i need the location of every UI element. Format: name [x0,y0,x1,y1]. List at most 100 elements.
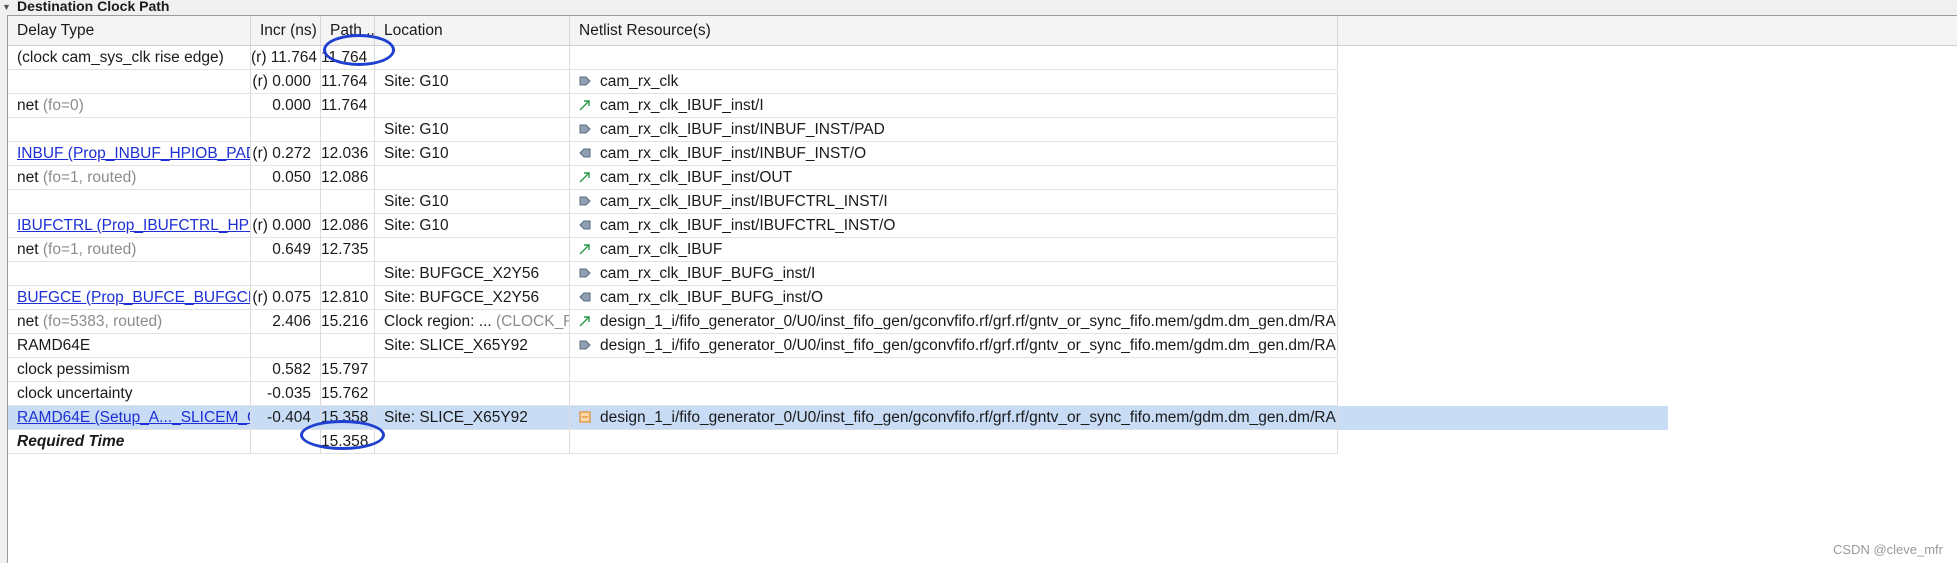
fanout-label: (fo=5383, routed) [42,313,163,330]
path-value: 11.764 [321,49,368,66]
column-header-path[interactable]: Path ... [321,16,375,45]
table-row[interactable]: Required Time 15.358 [8,430,1668,454]
cell-delay-type: RAMD64E [8,334,251,358]
location-text: Site: G10 [384,121,449,138]
path-value: 12.086 [321,217,369,234]
netlist-resource-link[interactable]: cam_rx_clk_IBUF_inst/OUT [600,169,792,186]
table-row[interactable]: RAMD64E Site: SLICE_X65Y92 design_1_i/fifo… [8,334,1668,358]
path-value: 15.358 [321,409,369,426]
table-row[interactable]: net (fo=1, routed) 0.649 12.735 cam_rx_clk_… [8,238,1668,262]
table-row[interactable]: net (fo=1, routed) 0.050 12.086 cam_rx_clk_… [8,166,1668,190]
table-row[interactable]: IBUFCTRL (Prop_IBUFCTRL_HPIOB_I_O)(r) 0.… [8,214,1668,238]
netlist-resource-link[interactable]: cam_rx_clk_IBUF_inst/IBUFCTRL_INST/O [600,217,895,234]
cell-netlist-resource: cam_rx_clk_IBUF_inst/IBUFCTRL_INST/I [570,190,1338,214]
cell-netlist-resource [570,430,1338,454]
cell-location [375,430,570,454]
netlist-resource-link[interactable]: cam_rx_clk_IBUF_BUFG_inst/O [600,289,823,306]
delay-type-text: Required Time [17,433,125,450]
cell-path: 11.764 [321,70,375,94]
path-value: 12.036 [321,145,369,162]
cell-netlist-resource: cam_rx_clk_IBUF_inst/INBUF_INST/O [570,142,1338,166]
cell-location: Site: BUFGCE_X2Y56 [375,262,570,286]
column-header-netlist[interactable]: Netlist Resource(s) [570,16,1338,45]
cell-path: 12.810 [321,286,375,310]
cell-delay-type [8,70,251,94]
cell-path: 12.735 [321,238,375,262]
delay-type-link[interactable]: BUFGCE (Prop_BUFCE_BUFGCE_I_O) [17,289,250,306]
cell-location: Site: SLICE_X65Y92 [375,406,570,430]
incr-value: (r) 0.000 [252,73,311,90]
cell-incr: (r) 0.272 [251,142,321,166]
netlist-resource-link[interactable]: cam_rx_clk_IBUF_BUFG_inst/I [600,265,815,282]
table-row[interactable]: clock pessimism 0.582 15.797 [8,358,1668,382]
table-row[interactable]: net (fo=0) 0.000 11.764 cam_rx_clk_IBUF_ins… [8,94,1668,118]
delay-type-text: net [17,313,39,330]
cell-delay-type: net (fo=1, routed) [8,238,251,262]
column-header-incr[interactable]: Incr (ns) [251,16,321,45]
cell-location: Site: G10 [375,190,570,214]
delay-type-text: net [17,97,39,114]
cell-incr: (r) 11.764 [251,46,321,70]
cell-netlist-resource: design_1_i/fifo_generator_0/U0/inst_fifo… [570,406,1338,430]
cell-netlist-resource: cam_rx_clk_IBUF_BUFG_inst/O [570,286,1338,310]
netlist-resource-link[interactable]: design_1_i/fifo_generator_0/U0/inst_fifo… [600,313,1337,330]
cell-incr [251,190,321,214]
netlist-resource-link[interactable]: cam_rx_clk_IBUF [600,241,722,258]
cell-path: 12.086 [321,166,375,190]
incr-value: (r) 11.764 [251,49,318,66]
netlist-resource-link[interactable]: cam_rx_clk_IBUF_inst/IBUFCTRL_INST/I [600,193,888,210]
column-header-location[interactable]: Location [375,16,570,45]
cell-path: 12.036 [321,142,375,166]
netlist-resource-link[interactable]: cam_rx_clk [600,73,678,90]
netlist-resource-link[interactable]: design_1_i/fifo_generator_0/U0/inst_fifo… [600,409,1337,426]
cell-netlist-resource: cam_rx_clk [570,70,1338,94]
collapse-chevron-icon[interactable]: ▼ [2,0,11,15]
table-row[interactable]: INBUF (Prop_INBUF_HPIOB_PAD_O)(r) 0.272 1… [8,142,1668,166]
table-row[interactable]: net (fo=5383, routed) 2.406 15.216 Clock re… [8,310,1668,334]
cell-path: 11.764 [321,94,375,118]
section-header[interactable]: ▼ Destination Clock Path [0,0,1957,15]
input-pin-icon [579,195,591,207]
table-row[interactable]: (clock cam_sys_clk rise edge) (r) 11.764 1… [8,46,1668,70]
delay-type-text: net [17,241,39,258]
cell-incr [251,262,321,286]
table-row[interactable]: Site: G10 cam_rx_clk_IBUF_inst/IBUFCTRL_I… [8,190,1668,214]
cell-incr: 2.406 [251,310,321,334]
table-row[interactable]: Site: BUFGCE_X2Y56 cam_rx_clk_IBUF_BUFG_i… [8,262,1668,286]
cell-netlist-resource: cam_rx_clk_IBUF_inst/IBUFCTRL_INST/O [570,214,1338,238]
input-pin-icon [579,267,591,279]
column-header-delay-type[interactable]: Delay Type [8,16,251,45]
delay-type-link[interactable]: RAMD64E (Setup_A..._SLICEM_CLK_WE) [17,409,250,426]
cell-incr: -0.035 [251,382,321,406]
table-row[interactable]: (r) 0.000 11.764 Site: G10 cam_rx_clk [8,70,1668,94]
incr-value: (r) 0.272 [252,145,311,162]
cell-location [375,166,570,190]
netlist-resource-link[interactable]: cam_rx_clk_IBUF_inst/I [600,97,764,114]
net-arrow-icon [579,315,591,327]
delay-type-link[interactable]: INBUF (Prop_INBUF_HPIOB_PAD_O) [17,145,250,162]
location-text: Clock region: ... [384,313,492,330]
table-row[interactable]: BUFGCE (Prop_BUFCE_BUFGCE_I_O)(r) 0.075 1… [8,286,1668,310]
cell-netlist-resource [570,358,1338,382]
table-row[interactable]: Site: G10 cam_rx_clk_IBUF_inst/INBUF_INST… [8,118,1668,142]
delay-type-link[interactable]: IBUFCTRL (Prop_IBUFCTRL_HPIOB_I_O) [17,217,250,234]
netlist-resource-link[interactable]: cam_rx_clk_IBUF_inst/INBUF_INST/O [600,145,866,162]
cell-netlist-resource: cam_rx_clk_IBUF_BUFG_inst/I [570,262,1338,286]
cell-path [321,118,375,142]
cell-delay-type: net (fo=5383, routed) [8,310,251,334]
cell-netlist-resource: cam_rx_clk_IBUF [570,238,1338,262]
netlist-resource-link[interactable]: design_1_i/fifo_generator_0/U0/inst_fifo… [600,337,1337,354]
cell-location: Site: G10 [375,118,570,142]
cell-netlist-resource: design_1_i/fifo_generator_0/U0/inst_fifo… [570,334,1338,358]
cell-path: 15.358 [321,430,375,454]
cell-icon [579,411,591,423]
path-value: 11.764 [321,97,368,114]
netlist-resource-link[interactable]: cam_rx_clk_IBUF_inst/INBUF_INST/PAD [600,121,885,138]
cell-incr: 0.050 [251,166,321,190]
net-arrow-icon [579,171,591,183]
cell-delay-type: Required Time [8,430,251,454]
table-row[interactable]: clock uncertainty -0.035 15.762 [8,382,1668,406]
table-row[interactable]: RAMD64E (Setup_A..._SLICEM_CLK_WE) -0.404… [8,406,1668,430]
cell-delay-type [8,190,251,214]
path-value: 15.358 [321,433,369,450]
